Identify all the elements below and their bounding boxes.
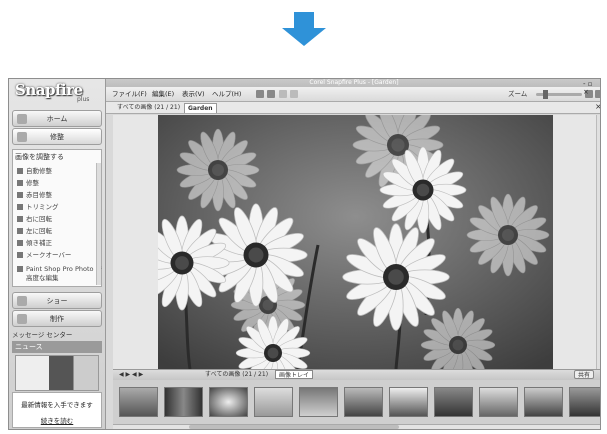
garden-photo bbox=[158, 115, 553, 369]
sidebar: Snapfire plus ホーム 修整 画像を調整する 自動修整 修整 赤目修… bbox=[9, 79, 106, 429]
nav-show-label: ショー bbox=[46, 297, 68, 305]
down-arrow-icon bbox=[294, 12, 314, 28]
thumbnail[interactable] bbox=[164, 387, 203, 417]
panel-item-red-eye[interactable]: 赤目修整 bbox=[17, 189, 52, 199]
thumbnail[interactable] bbox=[524, 387, 563, 417]
menu-bar: ファイル(F) 編集(E) 表示(V) ヘルプ(H) ズーム bbox=[106, 87, 600, 102]
nav-create-button[interactable]: 制作 bbox=[12, 310, 102, 327]
nav-create-label: 制作 bbox=[50, 315, 64, 323]
thumbnail[interactable] bbox=[209, 387, 248, 417]
panel-item-rotate-right[interactable]: 右に回転 bbox=[17, 213, 52, 223]
eye-icon bbox=[17, 192, 23, 198]
news-text: 最新情報を入手できます bbox=[21, 401, 93, 409]
menu-file[interactable]: ファイル(F) bbox=[112, 89, 147, 100]
tab-all-images[interactable]: すべての画像 (21 / 21) bbox=[114, 103, 183, 113]
menu-view[interactable]: 表示(V) bbox=[182, 89, 205, 100]
window-title: Corel Snapfire Plus - [Garden] bbox=[106, 79, 600, 87]
panel-item-straighten[interactable]: 傾き補正 bbox=[17, 237, 52, 247]
window-controls[interactable]: - ▫ × bbox=[583, 80, 600, 96]
auto-fix-icon bbox=[17, 168, 23, 174]
menu-edit[interactable]: 編集(E) bbox=[152, 89, 174, 100]
tab-bar: すべての画像 (21 / 21) Garden bbox=[106, 102, 600, 114]
panel-item-advanced-edit[interactable]: 高度な編集 bbox=[26, 272, 59, 282]
thumbnail[interactable] bbox=[299, 387, 338, 417]
thumbnail-strip bbox=[113, 380, 600, 424]
tray-image-tray[interactable]: 画像トレイ bbox=[275, 370, 314, 379]
thumbnail[interactable] bbox=[344, 387, 383, 417]
rotate-right-icon bbox=[17, 216, 23, 222]
edit-icon bbox=[17, 132, 27, 142]
down-arrow-head-icon bbox=[282, 28, 326, 46]
share-button[interactable]: 共有 bbox=[574, 370, 595, 379]
create-icon bbox=[17, 314, 27, 324]
nav-show-button[interactable]: ショー bbox=[12, 292, 102, 309]
adjust-panel: 画像を調整する 自動修整 修整 赤目修整 トリミング 右に回転 左に回転 傾き補… bbox=[12, 149, 102, 287]
fix-icon bbox=[17, 180, 23, 186]
panel-scrollbar[interactable] bbox=[96, 163, 101, 285]
nav-home-label: ホーム bbox=[46, 115, 68, 123]
zoom-label: ズーム bbox=[508, 90, 528, 98]
print-icon[interactable] bbox=[267, 90, 275, 98]
rotate-left-icon bbox=[17, 228, 23, 234]
message-center[interactable]: メッセージ センター bbox=[12, 329, 72, 339]
panel-item-fix[interactable]: 修整 bbox=[17, 177, 39, 187]
nav-edit-button[interactable]: 修整 bbox=[12, 128, 102, 145]
thumbnail[interactable] bbox=[569, 387, 600, 417]
home-icon bbox=[17, 114, 27, 124]
tray-nav-icons[interactable]: ◀ ▶ ◀ ▶ bbox=[119, 370, 143, 380]
menu-help[interactable]: ヘルプ(H) bbox=[212, 89, 241, 100]
save-icon[interactable] bbox=[256, 90, 264, 98]
nav-home-button[interactable]: ホーム bbox=[12, 110, 102, 127]
makeover-icon bbox=[17, 252, 23, 258]
news-title: ニュース bbox=[12, 341, 102, 353]
thumbnail[interactable] bbox=[389, 387, 428, 417]
show-icon bbox=[17, 296, 27, 306]
image-viewer bbox=[113, 115, 599, 369]
panel-item-rotate-left[interactable]: 左に回転 bbox=[17, 225, 52, 235]
paint-shop-icon bbox=[17, 266, 23, 272]
close-tab-button[interactable]: × bbox=[595, 102, 600, 111]
crop-icon bbox=[17, 204, 23, 210]
panel-item-auto-fix[interactable]: 自動修整 bbox=[17, 165, 52, 175]
zoom-slider-knob[interactable] bbox=[543, 90, 548, 99]
thumbnail[interactable] bbox=[479, 387, 518, 417]
news-image bbox=[15, 355, 99, 391]
daisy-photo-image bbox=[158, 115, 553, 369]
redo-icon[interactable] bbox=[290, 90, 298, 98]
thumbnail-scrollbar-knob[interactable] bbox=[189, 425, 399, 429]
tab-garden[interactable]: Garden bbox=[184, 103, 217, 113]
thumbnail[interactable] bbox=[434, 387, 473, 417]
nav-edit-label: 修整 bbox=[50, 133, 64, 141]
tray-all-images[interactable]: すべての画像 (21 / 21) bbox=[205, 370, 268, 380]
panel-title: 画像を調整する bbox=[15, 153, 64, 161]
news-read-more-link[interactable]: 続きを読む bbox=[15, 415, 99, 425]
app-window: Snapfire plus ホーム 修整 画像を調整する 自動修整 修整 赤目修… bbox=[8, 78, 601, 430]
panel-item-crop[interactable]: トリミング bbox=[17, 201, 59, 211]
thumbnail[interactable] bbox=[254, 387, 293, 417]
tray-bar bbox=[113, 369, 600, 380]
panel-item-makeover[interactable]: メークオーバー bbox=[17, 249, 71, 259]
thumbnail[interactable] bbox=[119, 387, 158, 417]
undo-icon[interactable] bbox=[279, 90, 287, 98]
straighten-icon bbox=[17, 240, 23, 246]
viewer-scrollbar[interactable] bbox=[596, 115, 600, 369]
app-logo-sub: plus bbox=[77, 96, 90, 103]
